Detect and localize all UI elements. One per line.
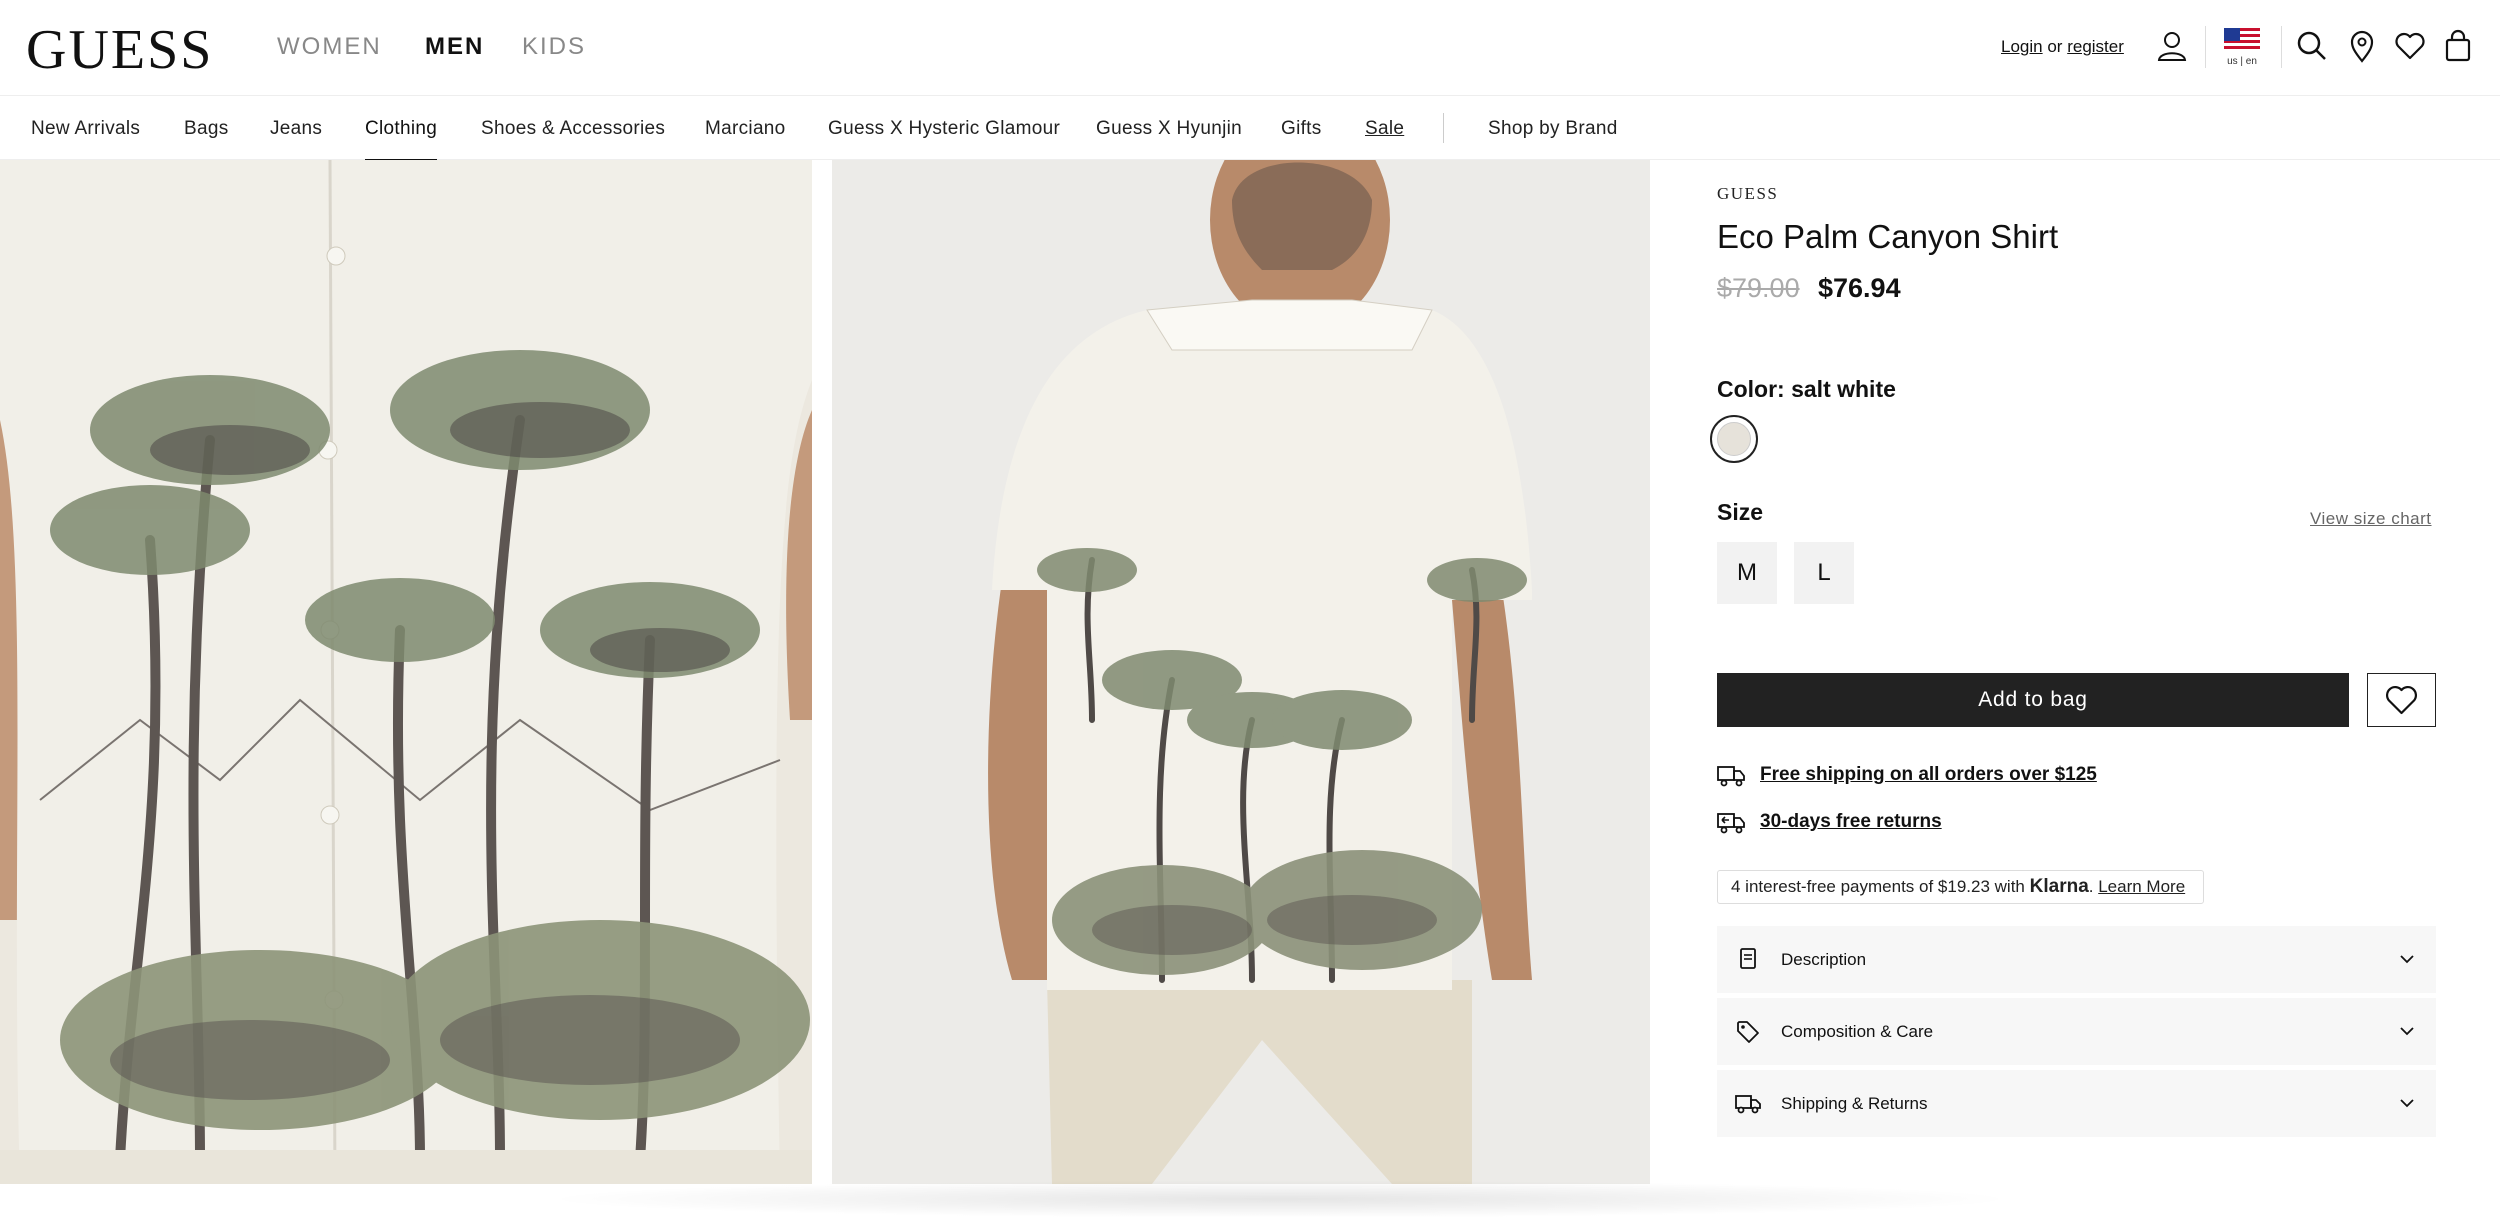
user-icon[interactable] bbox=[2154, 28, 2190, 64]
heart-icon[interactable] bbox=[2392, 28, 2428, 64]
nav-clothing[interactable]: Clothing bbox=[365, 118, 438, 162]
original-price: $79.00 bbox=[1717, 273, 1800, 303]
login-register: Login or register bbox=[2001, 37, 2124, 57]
view-size-chart-link[interactable]: View size chart bbox=[2310, 509, 2432, 529]
free-shipping-perk[interactable]: Free shipping on all orders over $125 bbox=[1717, 762, 2097, 794]
header-divider bbox=[2205, 26, 2206, 68]
nav-shop-by-brand[interactable]: Shop by Brand bbox=[1488, 118, 1618, 140]
nav-divider bbox=[1443, 113, 1444, 143]
nav-shoes-accessories[interactable]: Shoes & Accessories bbox=[481, 118, 665, 140]
shirt-front-illustration bbox=[0, 160, 812, 1184]
size-label: Size bbox=[1717, 499, 1764, 525]
locale-selector[interactable]: us | en bbox=[2222, 28, 2262, 70]
category-nav: New Arrivals Bags Jeans Clothing Shoes &… bbox=[0, 95, 2500, 162]
shirt-back-illustration bbox=[832, 160, 1650, 1184]
product-brand: GUESS bbox=[1717, 184, 1779, 203]
us-flag-icon bbox=[2224, 28, 2260, 52]
search-icon[interactable] bbox=[2294, 28, 2330, 64]
klarna-text: 4 interest-free payments of $19.23 with bbox=[1731, 877, 2025, 896]
product-image-back[interactable] bbox=[832, 160, 1650, 1184]
document-icon bbox=[1740, 948, 1756, 969]
swatch-fill bbox=[1717, 422, 1751, 456]
accordion-label: Shipping & Returns bbox=[1781, 1094, 1928, 1113]
nav-new-arrivals[interactable]: New Arrivals bbox=[31, 118, 140, 140]
location-pin-icon[interactable] bbox=[2344, 28, 2380, 64]
returns-truck-icon bbox=[1717, 813, 1745, 834]
free-shipping-link[interactable]: Free shipping on all orders over $125 bbox=[1760, 764, 2097, 786]
dept-kids[interactable]: KIDS bbox=[522, 33, 586, 61]
nav-bags[interactable]: Bags bbox=[184, 118, 229, 140]
tag-icon bbox=[1737, 1021, 1759, 1043]
locale-label: us | en bbox=[2227, 56, 2257, 67]
color-label: Color: salt white bbox=[1717, 376, 1896, 402]
sale-price: $76.94 bbox=[1818, 273, 1901, 303]
nav-hyunjin[interactable]: Guess X Hyunjin bbox=[1096, 118, 1242, 140]
size-m-button[interactable]: M bbox=[1717, 542, 1777, 604]
product-title: Eco Palm Canyon Shirt bbox=[1717, 218, 2059, 255]
free-returns-perk[interactable]: 30-days free returns bbox=[1717, 809, 1942, 841]
login-link[interactable]: Login bbox=[2001, 37, 2043, 56]
accordion-label: Composition & Care bbox=[1781, 1022, 1934, 1041]
nav-marciano[interactable]: Marciano bbox=[705, 118, 786, 140]
page-fold-shadow bbox=[540, 1180, 2020, 1218]
register-link[interactable]: register bbox=[2067, 37, 2124, 56]
add-to-bag-button[interactable]: Add to bag bbox=[1717, 673, 2349, 727]
nav-jeans[interactable]: Jeans bbox=[270, 118, 322, 140]
klarna-learn-more-link[interactable]: Learn More bbox=[2098, 877, 2185, 896]
shipping-truck-icon bbox=[1717, 766, 1745, 787]
add-to-wishlist-button[interactable] bbox=[2367, 673, 2436, 727]
nav-sale[interactable]: Sale bbox=[1365, 118, 1404, 140]
header-divider bbox=[2281, 26, 2282, 68]
accordion-shipping-returns[interactable]: Shipping & Returns bbox=[1717, 1070, 2436, 1137]
accordion-label: Description bbox=[1781, 950, 1867, 969]
dept-women[interactable]: WOMEN bbox=[277, 33, 382, 61]
product-image-front[interactable] bbox=[0, 160, 812, 1184]
klarna-logo: Klarna bbox=[2029, 876, 2089, 897]
nav-hysteric-glamour[interactable]: Guess X Hysteric Glamour bbox=[828, 118, 1060, 140]
heart-icon bbox=[2386, 685, 2417, 715]
dept-men[interactable]: MEN bbox=[425, 33, 484, 61]
chevron-down-icon bbox=[2400, 955, 2414, 964]
site-header: GUESS WOMEN MEN KIDS Login or register u… bbox=[0, 0, 2500, 95]
nav-gifts[interactable]: Gifts bbox=[1281, 118, 1322, 140]
size-l-button[interactable]: L bbox=[1794, 542, 1854, 604]
color-swatch-salt-white[interactable] bbox=[1710, 415, 1758, 463]
bag-icon[interactable] bbox=[2440, 28, 2476, 64]
chevron-down-icon bbox=[2400, 1027, 2414, 1036]
accordion-composition-care[interactable]: Composition & Care bbox=[1717, 998, 2436, 1065]
or-text: or bbox=[2047, 37, 2063, 56]
accordion-description[interactable]: Description bbox=[1717, 926, 2436, 993]
guess-logo[interactable]: GUESS bbox=[26, 22, 213, 78]
chevron-down-icon bbox=[2400, 1099, 2414, 1108]
truck-icon bbox=[1735, 1095, 1761, 1114]
free-returns-link[interactable]: 30-days free returns bbox=[1760, 811, 1942, 833]
klarna-banner: 4 interest-free payments of $19.23 with … bbox=[1717, 870, 2204, 904]
